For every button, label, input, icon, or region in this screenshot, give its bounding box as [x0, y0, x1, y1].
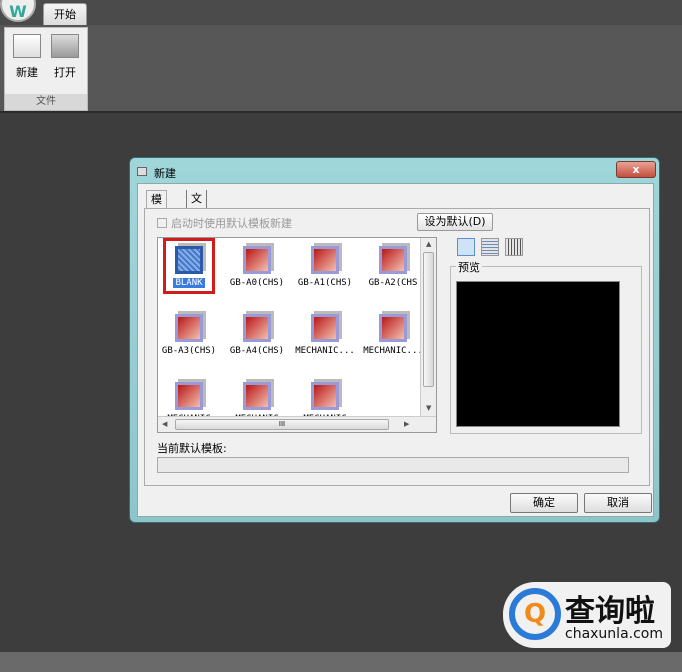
template-list: BLANK GB-A0(CHS) GB-A1(CHS) GB-A2(CHS GB-A3(…	[157, 237, 437, 433]
template-label: GB-A0(CHS)	[229, 278, 285, 288]
open-folder-icon	[51, 34, 79, 58]
new-dialog: 新建 x 模板 文档恢复 启动时使用默认模板新建 设为默认(D) BLANKGB…	[129, 157, 660, 523]
startup-default-checkbox[interactable]: 启动时使用默认模板新建	[157, 215, 292, 231]
tab-templates[interactable]: 模板	[146, 190, 167, 224]
template-icon	[175, 314, 203, 342]
set-default-button[interactable]: 设为默认(D)	[417, 213, 493, 231]
app-logo[interactable]: W	[0, 0, 36, 22]
scroll-down-icon[interactable]: ▼	[426, 404, 431, 412]
template-item[interactable]: GB-A3(CHS)	[158, 314, 222, 356]
watermark-url: chaxunla.com	[565, 626, 663, 642]
scroll-right-icon[interactable]: ▶	[404, 420, 409, 428]
template-label: MECHANIC...	[363, 346, 423, 356]
tab-document-recovery[interactable]: 文档恢复	[186, 190, 207, 259]
watermark-text: 查询啦	[565, 594, 655, 629]
title-bar: W 开始	[0, 0, 682, 25]
horizontal-scrollbar[interactable]: ◀ III ▶	[158, 416, 436, 432]
watermark-logo: Q	[509, 588, 561, 640]
scroll-left-icon[interactable]: ◀	[162, 420, 167, 428]
open-button[interactable]: 打开	[47, 32, 83, 88]
checkbox-box[interactable]	[157, 218, 167, 228]
template-icon	[243, 246, 271, 274]
template-item[interactable]: MECHANIC...	[292, 314, 358, 356]
preview-group: 预览	[450, 259, 642, 434]
large-icons-view-icon[interactable]	[457, 238, 475, 256]
template-item[interactable]: GB-A1(CHS)	[292, 246, 358, 288]
checkbox-label: 启动时使用默认模板新建	[171, 217, 292, 230]
vertical-scroll-thumb[interactable]	[423, 252, 434, 387]
ribbon-tab-start[interactable]: 开始	[43, 3, 87, 25]
current-default-field	[157, 457, 629, 473]
ribbon-group-file: 新建 打开 文件	[4, 27, 88, 111]
template-icon	[379, 314, 407, 342]
template-icon	[379, 246, 407, 274]
group-label: 文件	[5, 94, 87, 110]
template-label: GB-A3(CHS)	[161, 346, 217, 356]
template-item[interactable]: GB-A4(CHS)	[224, 314, 290, 356]
vertical-scrollbar[interactable]: ▲ ▼	[420, 238, 436, 418]
template-label: GB-A1(CHS)	[297, 278, 353, 288]
current-default-label: 当前默认模板:	[157, 442, 227, 455]
ribbon: 新建 打开 文件	[0, 25, 682, 113]
dialog-title: 新建	[154, 167, 176, 180]
template-label: GB-A2(CHS	[368, 278, 418, 288]
template-icon	[175, 382, 203, 410]
template-item[interactable]: GB-A2(CHS	[360, 246, 426, 288]
template-label: GB-A4(CHS)	[229, 346, 285, 356]
template-item[interactable]: GB-A0(CHS)	[224, 246, 290, 288]
highlight-box	[163, 238, 215, 294]
preview-label: 预览	[456, 259, 482, 275]
status-bar	[0, 652, 682, 672]
template-icon	[311, 314, 339, 342]
horizontal-scroll-thumb[interactable]: III	[175, 419, 389, 430]
template-icon	[243, 314, 271, 342]
details-view-icon[interactable]	[505, 238, 523, 256]
scroll-up-icon[interactable]: ▲	[426, 240, 431, 248]
template-item[interactable]: MECHANIC...	[360, 314, 426, 356]
new-button[interactable]: 新建	[9, 32, 45, 88]
template-label: MECHANIC...	[295, 346, 355, 356]
new-file-icon	[13, 34, 41, 58]
templates-panel: 启动时使用默认模板新建 设为默认(D) BLANK GB-A0(CHS) GB-A1…	[144, 208, 650, 486]
cancel-button[interactable]: 取消	[584, 493, 652, 513]
open-label: 打开	[54, 66, 76, 79]
dialog-body: 模板 文档恢复 启动时使用默认模板新建 设为默认(D) BLANKGB-A0(C…	[137, 183, 654, 517]
watermark: Q 查询啦 chaxunla.com	[503, 582, 671, 648]
new-label: 新建	[16, 66, 38, 79]
preview-canvas	[456, 281, 620, 427]
template-icon	[311, 382, 339, 410]
dialog-icon	[137, 167, 147, 176]
list-view-icon[interactable]	[481, 238, 499, 256]
template-icon	[243, 382, 271, 410]
close-button[interactable]: x	[616, 161, 656, 178]
template-icon	[311, 246, 339, 274]
ok-button[interactable]: 确定	[510, 493, 578, 513]
